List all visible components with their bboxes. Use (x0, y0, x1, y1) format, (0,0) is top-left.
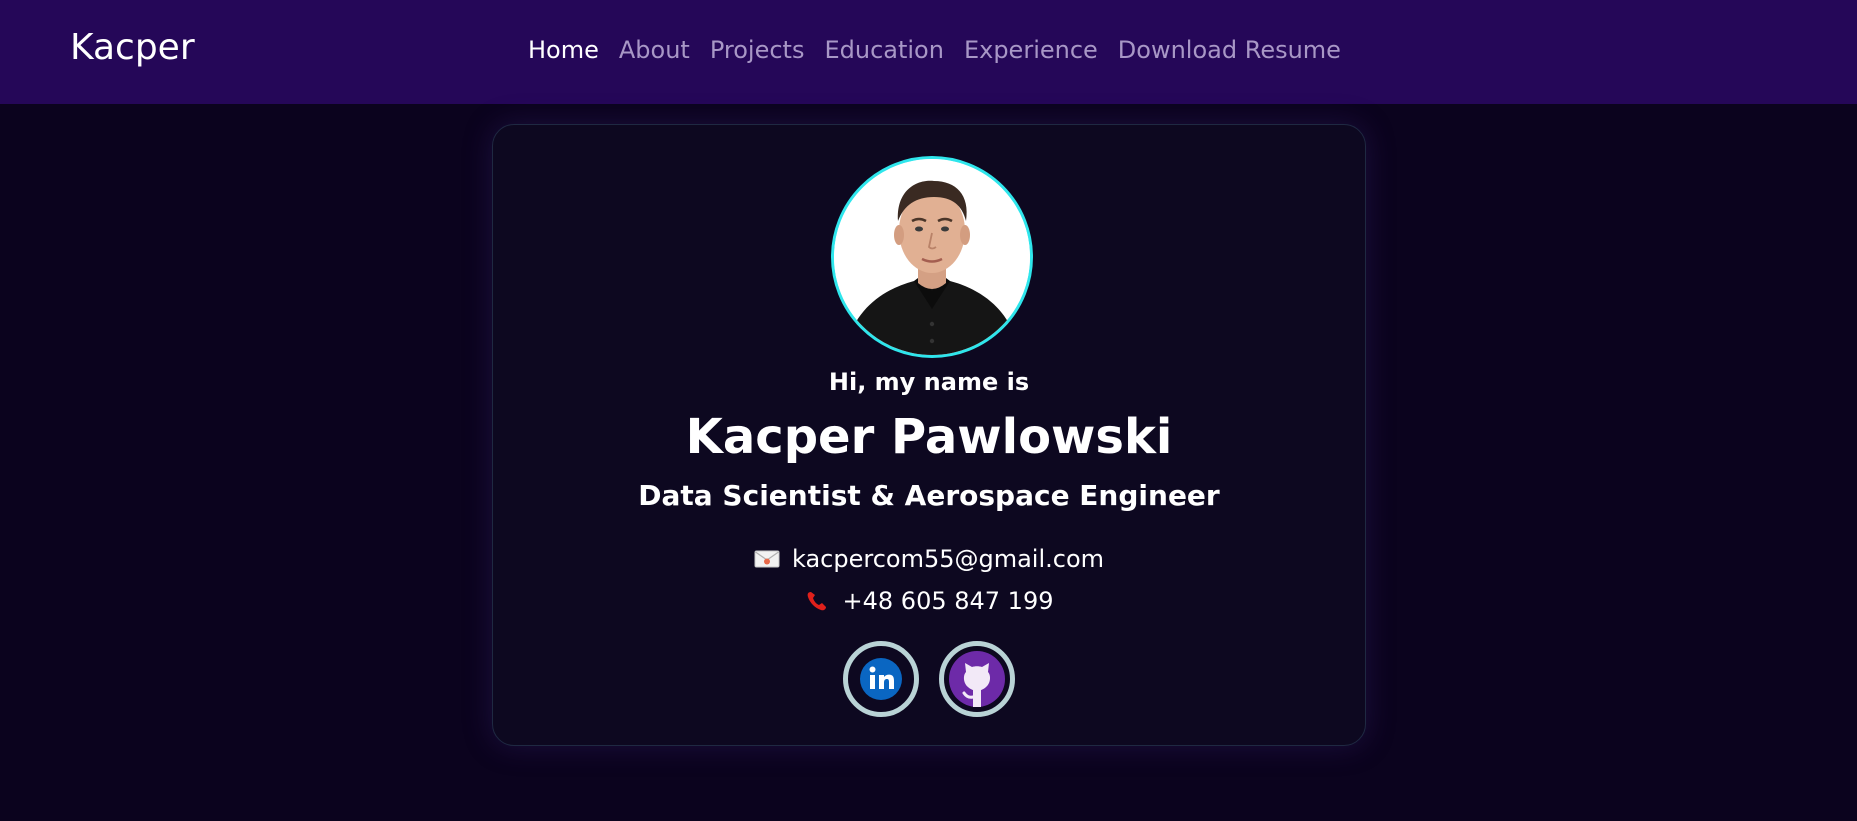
nav-item-about[interactable]: About (619, 36, 690, 64)
nav-item-education[interactable]: Education (824, 36, 943, 64)
profile-title: Data Scientist & Aerospace Engineer (638, 479, 1220, 512)
nav-item-projects[interactable]: Projects (710, 36, 805, 64)
avatar-portrait (834, 159, 1030, 355)
nav-item-download-resume[interactable]: Download Resume (1118, 36, 1341, 64)
linkedin-icon (860, 658, 902, 700)
nav-links: Home About Projects Education Experience… (528, 36, 1341, 64)
github-button[interactable] (939, 641, 1015, 717)
navbar: Kacper Home About Projects Education Exp… (0, 0, 1857, 104)
phone-row: +48 605 847 199 (493, 587, 1365, 615)
profile-name: Kacper Pawlowski (685, 409, 1173, 465)
greeting-text: Hi, my name is (828, 368, 1030, 396)
nav-item-home[interactable]: Home (528, 36, 599, 64)
email-link[interactable]: kacpercom55@gmail.com (792, 545, 1104, 573)
avatar (831, 156, 1033, 358)
profile-card: Hi, my name is Kacper Pawlowski Data Sci… (492, 124, 1366, 746)
envelope-icon (754, 550, 780, 568)
email-row: kacpercom55@gmail.com (493, 545, 1365, 573)
brand-logo[interactable]: Kacper (70, 27, 195, 68)
linkedin-button[interactable] (843, 641, 919, 717)
github-icon (949, 651, 1005, 707)
social-links (493, 641, 1365, 717)
telephone-icon (807, 592, 826, 611)
phone-link[interactable]: +48 605 847 199 (843, 587, 1054, 615)
nav-item-experience[interactable]: Experience (964, 36, 1098, 64)
